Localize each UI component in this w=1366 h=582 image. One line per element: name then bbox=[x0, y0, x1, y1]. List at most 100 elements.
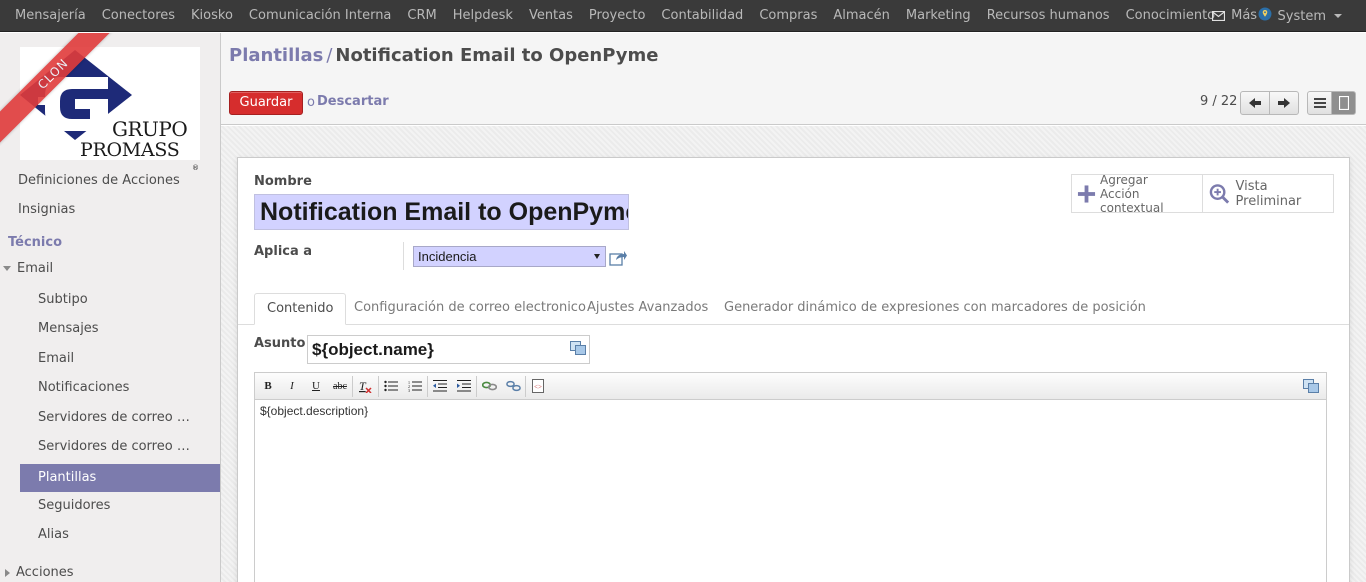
list-view-button[interactable] bbox=[1307, 91, 1332, 115]
menu-marketing[interactable]: Marketing bbox=[898, 0, 979, 32]
field-divider bbox=[403, 242, 404, 270]
sidebar-section-tecnico: Técnico bbox=[8, 235, 63, 250]
translate-body-icon[interactable] bbox=[1301, 377, 1321, 395]
applies-to-select[interactable]: Incidencia bbox=[413, 246, 606, 267]
toolbar-separator bbox=[427, 376, 428, 397]
sidebar-item-plantillas[interactable]: Plantillas bbox=[20, 464, 220, 492]
tab-configuracion-correo[interactable]: Configuración de correo electronico bbox=[342, 293, 598, 325]
remove-format-icon[interactable]: T bbox=[355, 377, 375, 395]
caret-down-icon bbox=[1334, 14, 1342, 18]
map-pin-icon bbox=[1258, 7, 1272, 25]
translate-icon[interactable] bbox=[570, 341, 586, 359]
arrow-right-icon bbox=[1278, 98, 1290, 108]
menu-conectores[interactable]: Conectores bbox=[94, 0, 183, 32]
toolbar-separator bbox=[352, 376, 353, 397]
underline-icon[interactable]: U bbox=[306, 377, 326, 395]
logo-registered-mark: ® bbox=[192, 164, 199, 172]
html-editor[interactable]: B I U abc T 123 <> ${object.description} bbox=[254, 372, 1327, 582]
outdent-icon[interactable] bbox=[430, 377, 450, 395]
link-icon[interactable] bbox=[479, 377, 499, 395]
collapse-arrow-icon bbox=[5, 568, 10, 577]
indent-icon[interactable] bbox=[454, 377, 474, 395]
sidebar-item-email[interactable]: Email bbox=[0, 351, 200, 366]
menu-recursos-humanos[interactable]: Recursos humanos bbox=[979, 0, 1118, 32]
add-action-line1: Agregar bbox=[1100, 172, 1148, 187]
name-label: Nombre bbox=[254, 174, 312, 189]
list-icon bbox=[1313, 98, 1326, 108]
sidebar-item-mensajes[interactable]: Mensajes bbox=[0, 321, 200, 336]
sidebar-item-servidores-entrante[interactable]: Servidores de correo entrante bbox=[0, 410, 190, 425]
breadcrumb: Plantillas / Notification Email to OpenPym… bbox=[229, 45, 658, 66]
applies-to-label: Aplica a bbox=[254, 244, 313, 259]
sidebar-item-definiciones-acciones[interactable]: Definiciones de Acciones bbox=[0, 173, 220, 188]
bullet-list-icon[interactable] bbox=[381, 377, 401, 395]
select-arrow-icon bbox=[594, 254, 600, 259]
breadcrumb-parent[interactable]: Plantillas bbox=[229, 45, 323, 66]
menu-kiosko[interactable]: Kiosko bbox=[183, 0, 241, 32]
add-contextual-action-button[interactable]: Agregar Acción contextual bbox=[1072, 172, 1203, 215]
envelope-icon[interactable] bbox=[1204, 0, 1234, 32]
bold-icon[interactable]: B bbox=[258, 377, 278, 395]
toolbar-separator bbox=[476, 376, 477, 397]
menu-proyecto[interactable]: Proyecto bbox=[581, 0, 654, 32]
external-link-icon[interactable] bbox=[609, 250, 627, 270]
top-navbar: Mensajería Conectores Kiosko Comunicació… bbox=[0, 0, 1366, 32]
sidebar-item-alias[interactable]: Alias bbox=[0, 527, 200, 542]
sidebar-group-email[interactable]: Email bbox=[0, 261, 220, 276]
subject-value: ${object.name} bbox=[312, 340, 434, 359]
menu-almacen[interactable]: Almacén bbox=[825, 0, 898, 32]
breadcrumb-separator: / bbox=[326, 45, 333, 66]
sidebar-item-subtipo[interactable]: Subtipo bbox=[0, 292, 200, 307]
logo-text-grupo: GRUPO bbox=[112, 117, 188, 141]
logo-text-promass: PROMASS bbox=[80, 139, 180, 161]
menu-ventas[interactable]: Ventas bbox=[521, 0, 581, 32]
form-icon bbox=[1338, 96, 1349, 110]
editor-body[interactable]: ${object.description} bbox=[255, 400, 1326, 422]
breadcrumb-current: Notification Email to OpenPyme bbox=[335, 45, 659, 66]
preview-button[interactable]: Vista Preliminar bbox=[1203, 175, 1334, 212]
svg-text:<>: <> bbox=[534, 383, 542, 391]
save-button[interactable]: Guardar bbox=[229, 91, 303, 115]
sidebar-group-acciones[interactable]: Acciones bbox=[0, 565, 220, 580]
toolbar-separator bbox=[378, 376, 379, 397]
source-code-icon[interactable]: <> bbox=[528, 377, 548, 395]
button-box: Agregar Acción contextual Vista Prelimina… bbox=[1071, 172, 1334, 215]
sidebar-group-acciones-label: Acciones bbox=[16, 565, 74, 580]
subject-label: Asunto bbox=[254, 336, 306, 351]
form-sheet: Nombre Notification Email to OpenPyme Ag… bbox=[237, 157, 1350, 582]
tab-ajustes-avanzados[interactable]: Ajustes Avanzados bbox=[575, 293, 720, 325]
pager-value: 9 / 22 bbox=[1200, 94, 1238, 109]
sidebar-item-notificaciones[interactable]: Notificaciones bbox=[0, 380, 200, 395]
form-content-area: Nombre Notification Email to OpenPyme Ag… bbox=[221, 126, 1366, 582]
pager-next-button[interactable] bbox=[1269, 91, 1299, 115]
menu-contabilidad[interactable]: Contabilidad bbox=[653, 0, 751, 32]
user-menu[interactable]: System bbox=[1258, 7, 1342, 25]
svg-text:3: 3 bbox=[408, 388, 410, 392]
app-menu: Mensajería Conectores Kiosko Comunicació… bbox=[0, 0, 1277, 31]
subject-input[interactable]: ${object.name} bbox=[307, 335, 590, 364]
tab-generador-expresiones[interactable]: Generador dinámico de expresiones con ma… bbox=[712, 293, 1158, 325]
italic-icon[interactable]: I bbox=[282, 377, 302, 395]
menu-comunicacion-interna[interactable]: Comunicación Interna bbox=[241, 0, 399, 32]
name-input[interactable]: Notification Email to OpenPyme bbox=[254, 194, 629, 230]
sidebar-item-seguidores[interactable]: Seguidores bbox=[0, 498, 200, 513]
discard-button[interactable]: Descartar bbox=[317, 94, 389, 109]
sidebar-item-servidores-saliente[interactable]: Servidores de correo saliente bbox=[0, 439, 190, 454]
form-tabs: Contenido Configuración de correo electr… bbox=[238, 293, 1349, 325]
sidebar-item-insignias[interactable]: Insignias bbox=[0, 202, 220, 217]
sidebar-group-email-label: Email bbox=[17, 261, 54, 276]
sidebar: CLON GRUPO PROMASS ® Definiciones de Acc… bbox=[0, 33, 221, 582]
menu-helpdesk[interactable]: Helpdesk bbox=[445, 0, 521, 32]
preview-label: Vista Preliminar bbox=[1235, 178, 1302, 209]
strikethrough-icon[interactable]: abc bbox=[330, 377, 350, 395]
pager-previous-button[interactable] bbox=[1240, 91, 1270, 115]
unlink-icon[interactable] bbox=[503, 377, 523, 395]
menu-mensajeria[interactable]: Mensajería bbox=[0, 0, 94, 32]
menu-compras[interactable]: Compras bbox=[751, 0, 825, 32]
tab-contenido[interactable]: Contenido bbox=[254, 293, 347, 325]
svg-text:T: T bbox=[359, 379, 367, 393]
arrow-left-icon bbox=[1249, 98, 1261, 108]
menu-crm[interactable]: CRM bbox=[399, 0, 444, 32]
numbered-list-icon[interactable]: 123 bbox=[405, 377, 425, 395]
form-view-button[interactable] bbox=[1331, 91, 1356, 115]
